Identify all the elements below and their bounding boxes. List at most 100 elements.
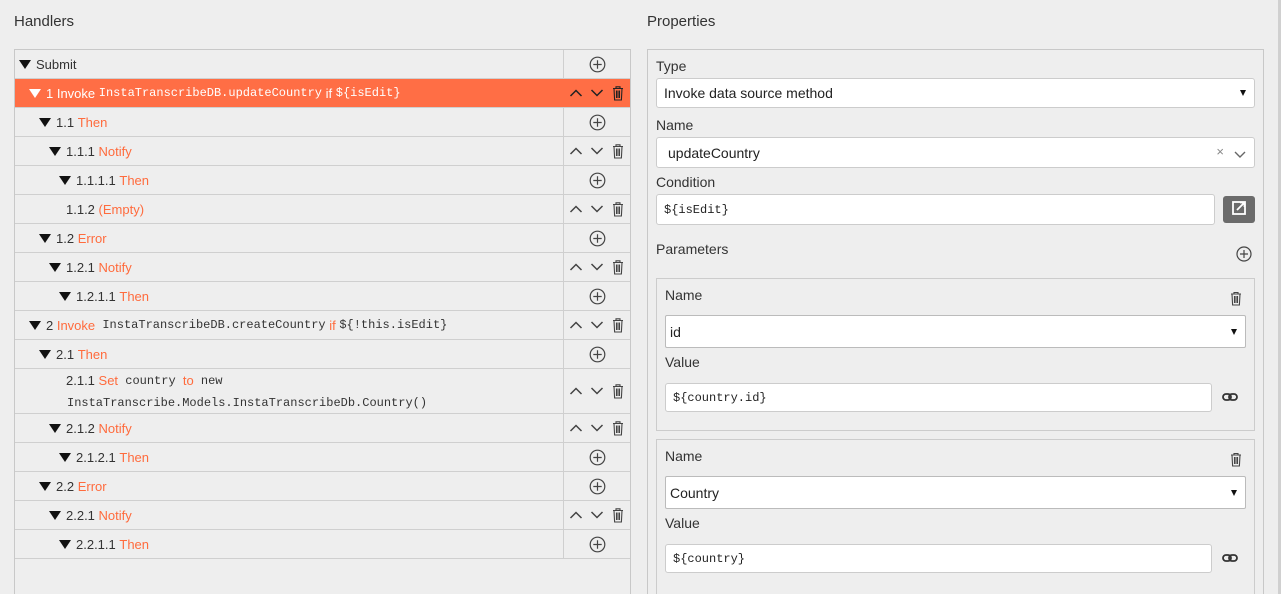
type-select[interactable]: Invoke data source method bbox=[656, 78, 1255, 108]
delete-parameter-button[interactable] bbox=[1227, 289, 1245, 307]
chevron-down-icon[interactable] bbox=[588, 419, 606, 437]
tree-row-label[interactable]: 1.2.1 Notify bbox=[15, 253, 564, 281]
chevron-down-icon[interactable] bbox=[588, 382, 606, 400]
caret-down-icon[interactable] bbox=[39, 481, 51, 491]
tree-row[interactable]: 2.1.2 Notify bbox=[15, 414, 630, 443]
tree-row[interactable]: 1 Invoke InstaTranscribeDB.updateCountry… bbox=[15, 79, 630, 108]
param-value-input[interactable]: ${country} bbox=[665, 544, 1212, 573]
caret-down-icon[interactable] bbox=[39, 117, 51, 127]
caret-down-icon[interactable] bbox=[29, 88, 41, 98]
caret-down-icon[interactable] bbox=[39, 349, 51, 359]
circle-plus-icon[interactable] bbox=[588, 229, 606, 247]
chevron-up-icon[interactable] bbox=[567, 382, 585, 400]
circle-plus-icon[interactable] bbox=[588, 171, 606, 189]
tree-row-label[interactable]: 1.2.1.1 Then bbox=[15, 282, 564, 310]
trash-icon[interactable] bbox=[609, 382, 627, 400]
tree-row-label[interactable]: 2.2.1 Notify bbox=[15, 501, 564, 529]
tree-row[interactable]: 2.1.1 Set country to new InstaTranscribe.… bbox=[15, 369, 630, 414]
trash-icon[interactable] bbox=[609, 506, 627, 524]
tree-row[interactable]: 1.2.1 Notify bbox=[15, 253, 630, 282]
chevron-up-icon[interactable] bbox=[567, 258, 585, 276]
chevron-up-icon[interactable] bbox=[567, 84, 585, 102]
tree-row-label[interactable]: 2.1 Then bbox=[15, 340, 564, 368]
caret-down-icon[interactable] bbox=[59, 452, 71, 462]
circle-plus-icon[interactable] bbox=[588, 535, 606, 553]
caret-down-icon[interactable] bbox=[59, 539, 71, 549]
clear-icon[interactable]: × bbox=[1216, 144, 1224, 159]
caret-down-icon[interactable] bbox=[19, 59, 31, 69]
chevron-up-icon[interactable] bbox=[567, 419, 585, 437]
tree-row-actions bbox=[564, 340, 630, 368]
chevron-up-icon[interactable] bbox=[567, 142, 585, 160]
trash-icon[interactable] bbox=[609, 316, 627, 334]
name-select[interactable]: updateCountry × bbox=[656, 137, 1255, 168]
tree-row[interactable]: 2.2.1 Notify bbox=[15, 501, 630, 530]
caret-down-icon[interactable] bbox=[49, 262, 61, 272]
caret-down-icon[interactable] bbox=[49, 146, 61, 156]
open-condition-button[interactable] bbox=[1223, 196, 1255, 223]
chevron-up-icon[interactable] bbox=[567, 316, 585, 334]
trash-icon[interactable] bbox=[609, 258, 627, 276]
tree-row[interactable]: Submit bbox=[15, 50, 630, 79]
circle-plus-icon[interactable] bbox=[588, 287, 606, 305]
add-parameter-button[interactable] bbox=[1235, 245, 1253, 263]
caret-down-icon[interactable] bbox=[39, 233, 51, 243]
tree-row[interactable]: 2 Invoke InstaTranscribeDB.createCountry… bbox=[15, 311, 630, 340]
param-name-select[interactable]: id bbox=[665, 315, 1246, 348]
tree-row[interactable]: 1.1.1 Notify bbox=[15, 137, 630, 166]
tree-row-label[interactable]: Submit bbox=[15, 50, 564, 78]
tree-row[interactable]: 1.2.1.1 Then bbox=[15, 282, 630, 311]
tree-row-label[interactable]: 1 Invoke InstaTranscribeDB.updateCountry… bbox=[15, 79, 564, 107]
chevron-up-icon[interactable] bbox=[567, 200, 585, 218]
caret-down-icon[interactable] bbox=[49, 510, 61, 520]
chevron-down-icon[interactable] bbox=[588, 506, 606, 524]
chevron-down-icon[interactable] bbox=[588, 200, 606, 218]
tree-row-label[interactable]: 2.1.2 Notify bbox=[15, 414, 564, 442]
trash-icon[interactable] bbox=[609, 84, 627, 102]
tree-row[interactable]: 1.2 Error bbox=[15, 224, 630, 253]
caret-down-icon[interactable] bbox=[59, 291, 71, 301]
tree-row[interactable]: 1.1.1.1 Then bbox=[15, 166, 630, 195]
tree-row-label[interactable]: 1.1.1.1 Then bbox=[15, 166, 564, 194]
tree-row[interactable]: 2.1 Then bbox=[15, 340, 630, 369]
param-name-select[interactable]: Country bbox=[665, 476, 1246, 509]
tree-row[interactable]: 2.1.2.1 Then bbox=[15, 443, 630, 472]
tree-row-label[interactable]: 2.1.1 Set country to new InstaTranscribe.… bbox=[15, 369, 564, 413]
bind-value-button[interactable] bbox=[1221, 549, 1239, 567]
circle-plus-icon[interactable] bbox=[588, 345, 606, 363]
param-value-input[interactable]: ${country.id} bbox=[665, 383, 1212, 412]
tree-row-label[interactable]: 1.2 Error bbox=[15, 224, 564, 252]
tree-row-text: 2.2 bbox=[56, 478, 78, 494]
circle-plus-icon[interactable] bbox=[588, 113, 606, 131]
caret-down-icon[interactable] bbox=[29, 320, 41, 330]
tree-row[interactable]: 1.1.2 (Empty) bbox=[15, 195, 630, 224]
chevron-up-icon[interactable] bbox=[567, 506, 585, 524]
trash-icon[interactable] bbox=[609, 142, 627, 160]
chevron-down-icon[interactable] bbox=[588, 316, 606, 334]
chevron-down-icon[interactable] bbox=[588, 258, 606, 276]
caret-down-icon[interactable] bbox=[59, 175, 71, 185]
tree-row-label[interactable]: 1.1 Then bbox=[15, 108, 564, 136]
tree-row-label[interactable]: 2.2 Error bbox=[15, 472, 564, 500]
bind-value-button[interactable] bbox=[1221, 388, 1239, 406]
tree-row[interactable]: 2.2.1.1 Then bbox=[15, 530, 630, 559]
circle-plus-icon[interactable] bbox=[588, 55, 606, 73]
circle-plus-icon[interactable] bbox=[588, 448, 606, 466]
tree-row[interactable]: 1.1 Then bbox=[15, 108, 630, 137]
trash-icon[interactable] bbox=[609, 200, 627, 218]
tree-row-label[interactable]: 2.1.2.1 Then bbox=[15, 443, 564, 471]
condition-input[interactable]: ${isEdit} bbox=[656, 194, 1215, 225]
tree-row-label[interactable]: 1.1.2 (Empty) bbox=[15, 195, 564, 223]
condition-label: Condition bbox=[656, 174, 716, 190]
tree-row[interactable]: 2.2 Error bbox=[15, 472, 630, 501]
delete-parameter-button[interactable] bbox=[1227, 450, 1245, 468]
circle-plus-icon[interactable] bbox=[588, 477, 606, 495]
tree-row-label[interactable]: 1.1.1 Notify bbox=[15, 137, 564, 165]
tree-row-text: InstaTranscribe.Models.InstaTranscribeDb… bbox=[67, 395, 428, 410]
caret-down-icon[interactable] bbox=[49, 423, 61, 433]
trash-icon[interactable] bbox=[609, 419, 627, 437]
tree-row-label[interactable]: 2 Invoke InstaTranscribeDB.createCountry… bbox=[15, 311, 564, 339]
chevron-down-icon[interactable] bbox=[588, 84, 606, 102]
tree-row-label[interactable]: 2.2.1.1 Then bbox=[15, 530, 564, 558]
chevron-down-icon[interactable] bbox=[588, 142, 606, 160]
